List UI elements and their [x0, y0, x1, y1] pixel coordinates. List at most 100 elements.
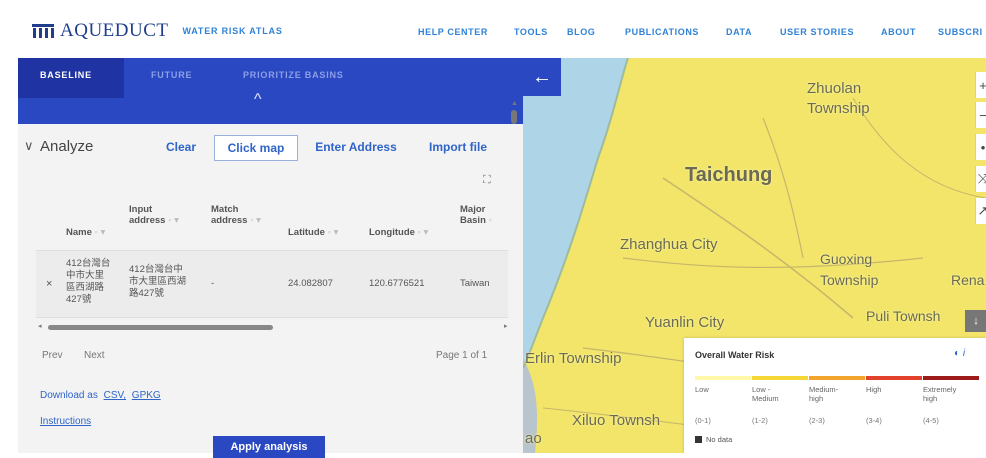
tab-prioritize-basins[interactable]: PRIORITIZE BASINS	[243, 70, 344, 80]
column-lat-line2: Latitude	[288, 227, 325, 238]
legend-info-icon[interactable]: ◐ i	[954, 348, 965, 359]
column-match-line2: address	[211, 215, 248, 226]
legend-label-high: High	[866, 385, 882, 394]
nav-publications[interactable]: PUBLICATIONS	[625, 27, 699, 37]
scroll-left-arrow-icon[interactable]: ◂	[38, 322, 42, 330]
tab-bar: BASELINE FUTURE PRIORITIZE BASINS ^	[18, 58, 523, 124]
legend-swatch-high	[866, 376, 922, 380]
scrollbar-thumb[interactable]	[511, 110, 517, 124]
cell-match-address: -	[211, 278, 215, 289]
cell-name-line: 427號	[66, 294, 92, 305]
column-basin-line2: Basin	[460, 215, 486, 226]
click-map-button[interactable]: Click map	[214, 135, 298, 161]
nav-user-stories[interactable]: USER STORIES	[780, 27, 854, 37]
cell-name-line: 中市大里	[66, 270, 105, 281]
no-data-swatch	[695, 436, 702, 443]
legend-label-extremely-high: Extremely high	[923, 385, 957, 403]
map-label-partial: ao	[525, 430, 542, 447]
zoom-in-button[interactable]: +	[975, 72, 986, 98]
column-header-match-address[interactable]: Match address ◦ ▾	[211, 204, 261, 226]
page-indicator: Page 1 of 1	[436, 350, 488, 361]
horizontal-scrollbar-thumb[interactable]	[48, 325, 273, 330]
cell-input-line: 412台灣台中	[129, 264, 183, 275]
map-label-guoxing: Guoxing	[820, 251, 873, 267]
tab-future[interactable]: FUTURE	[151, 70, 192, 80]
apply-analysis-button[interactable]: Apply analysis	[213, 436, 325, 458]
cell-input-line: 路427號	[129, 288, 164, 299]
map-label-renai: Rena	[951, 272, 985, 288]
share-icon[interactable]: ↗	[975, 198, 986, 224]
legend-title: Overall Water Risk	[695, 350, 775, 360]
column-name-line2: Name	[66, 227, 92, 238]
column-header-major-basin[interactable]: Major Basin ◦	[460, 204, 492, 226]
column-header-input-address[interactable]: Input address ◦ ▾	[129, 204, 179, 226]
legend-range-medium-high: (2-3)	[809, 416, 825, 425]
prev-page-button[interactable]: Prev	[42, 350, 63, 361]
analyze-label[interactable]: Analyze	[40, 138, 93, 155]
map-label-zhuolan-township: Township	[807, 100, 870, 117]
locate-icon[interactable]: •	[975, 134, 986, 160]
map-label-taichung: Taichung	[685, 164, 773, 186]
nav-tools[interactable]: TOOLS	[514, 27, 548, 37]
cell-name-line: 412台灣台	[66, 258, 111, 269]
column-basin-line1: Major	[460, 204, 486, 215]
cell-longitude: 120.6776521	[369, 278, 425, 289]
column-lon-line2: Longitude	[369, 227, 415, 238]
legend-range-low: (0-1)	[695, 416, 711, 425]
legend-swatch-low	[695, 376, 751, 380]
column-input-line2: address	[129, 215, 166, 226]
enter-address-button[interactable]: Enter Address	[308, 135, 404, 159]
no-data-label: No data	[706, 435, 733, 444]
expand-table-icon[interactable]: ⛶	[483, 174, 491, 187]
nav-help-center[interactable]: HELP CENTER	[418, 27, 488, 37]
column-input-line1: Input	[129, 204, 153, 215]
fullscreen-icon[interactable]: ⤨	[975, 166, 986, 192]
top-navigation-bar: AQUEDUCT WATER RISK ATLAS HELP CENTER TO…	[0, 0, 986, 58]
legend-swatch-low-medium	[752, 376, 808, 380]
nav-blog[interactable]: BLOG	[567, 27, 595, 37]
cell-input-address: 412台灣台中 市大里區西湖 路427號	[129, 264, 186, 300]
analyze-toolbar: ∨ Analyze Clear Click map Enter Address …	[18, 132, 523, 162]
legend-label-medium-high: Medium-high	[809, 385, 839, 403]
download-label: Download as	[40, 390, 98, 401]
scroll-up-arrow-icon[interactable]: ▲	[511, 100, 518, 107]
pagination: Prev Next Page 1 of 1	[18, 350, 523, 366]
download-map-icon[interactable]: ↓	[965, 310, 986, 332]
column-header-longitude[interactable]: Longitude ◦ ▾	[369, 216, 428, 238]
water-risk-legend: Overall Water Risk ◐ i Low Low - Medium …	[684, 338, 986, 453]
cell-latitude: 24.082807	[288, 278, 333, 289]
cell-name-line: 區西湖路	[66, 282, 105, 293]
nav-data[interactable]: DATA	[726, 27, 752, 37]
chevron-down-icon[interactable]: ∨	[24, 138, 34, 154]
map-label-guoxing-township: Township	[820, 272, 879, 288]
column-header-latitude[interactable]: Latitude ◦ ▾	[288, 216, 338, 238]
import-file-button[interactable]: Import file	[418, 135, 498, 159]
column-match-line1: Match	[211, 204, 239, 215]
clear-button[interactable]: Clear	[158, 135, 204, 159]
legend-swatch-medium-high	[809, 376, 865, 380]
download-links: Download as CSV, GPKG	[40, 390, 161, 401]
legend-range-high: (3-4)	[866, 416, 882, 425]
zoom-out-button[interactable]: −	[975, 102, 986, 128]
tab-baseline[interactable]: BASELINE	[40, 70, 92, 80]
legend-label-low: Low	[695, 385, 709, 394]
download-gpkg-link[interactable]: GPKG	[132, 390, 161, 401]
cell-major-basin: Taiwan	[460, 278, 490, 289]
nav-about[interactable]: ABOUT	[881, 27, 916, 37]
next-page-button[interactable]: Next	[84, 350, 105, 361]
column-header-name[interactable]: Name ◦ ▾	[66, 216, 105, 238]
nav-subscribe[interactable]: SUBSCRI	[938, 27, 983, 37]
download-csv-link[interactable]: CSV,	[104, 390, 126, 401]
scroll-right-arrow-icon[interactable]: ▸	[504, 322, 508, 330]
instructions-link[interactable]: Instructions	[40, 416, 91, 427]
water-risk-map[interactable]: ← Zhuolan Township Taichung Zhanghua Cit…	[523, 58, 986, 453]
remove-row-icon[interactable]: ×	[46, 278, 52, 290]
main-nav: HELP CENTER TOOLS BLOG PUBLICATIONS DATA…	[0, 27, 986, 41]
legend-no-data: No data	[695, 435, 732, 444]
collapse-chevron-icon[interactable]: ^	[254, 92, 262, 108]
horizontal-scrollbar[interactable]: ◂ ▸	[38, 323, 508, 332]
vertical-scrollbar[interactable]: ▲	[510, 98, 518, 258]
collapse-panel-arrow-icon[interactable]: ←	[523, 58, 561, 96]
map-label-yuanlin-city: Yuanlin City	[645, 314, 725, 331]
cell-input-line: 市大里區西湖	[129, 276, 187, 287]
